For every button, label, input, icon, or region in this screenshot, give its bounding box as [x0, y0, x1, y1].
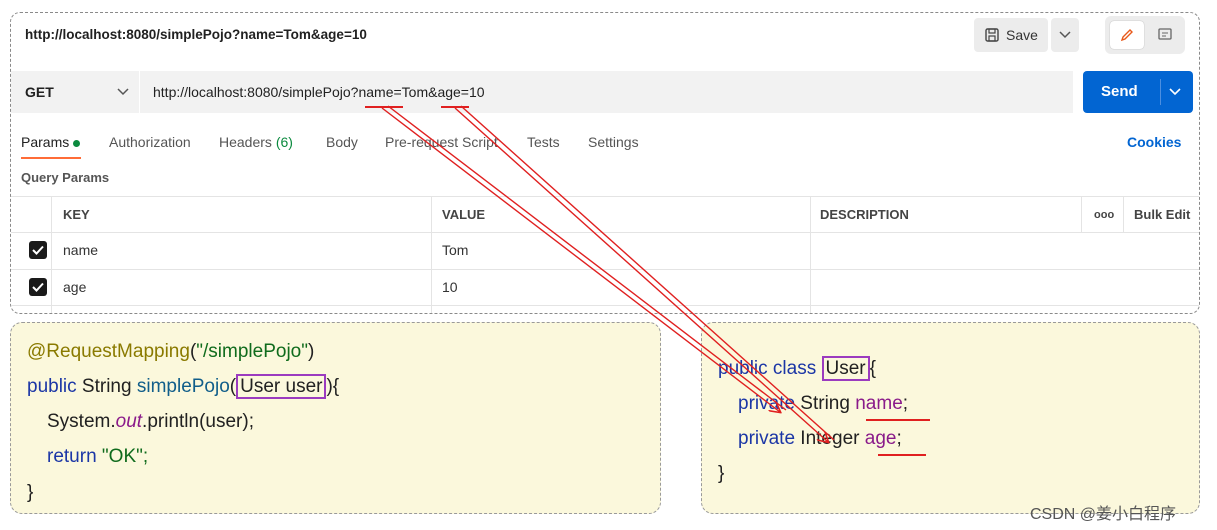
arrow-age — [454, 105, 835, 442]
arrow-name — [381, 105, 787, 412]
mapping-arrows — [381, 105, 835, 530]
watermark: CSDN @姜小白程序 — [1030, 506, 1177, 523]
